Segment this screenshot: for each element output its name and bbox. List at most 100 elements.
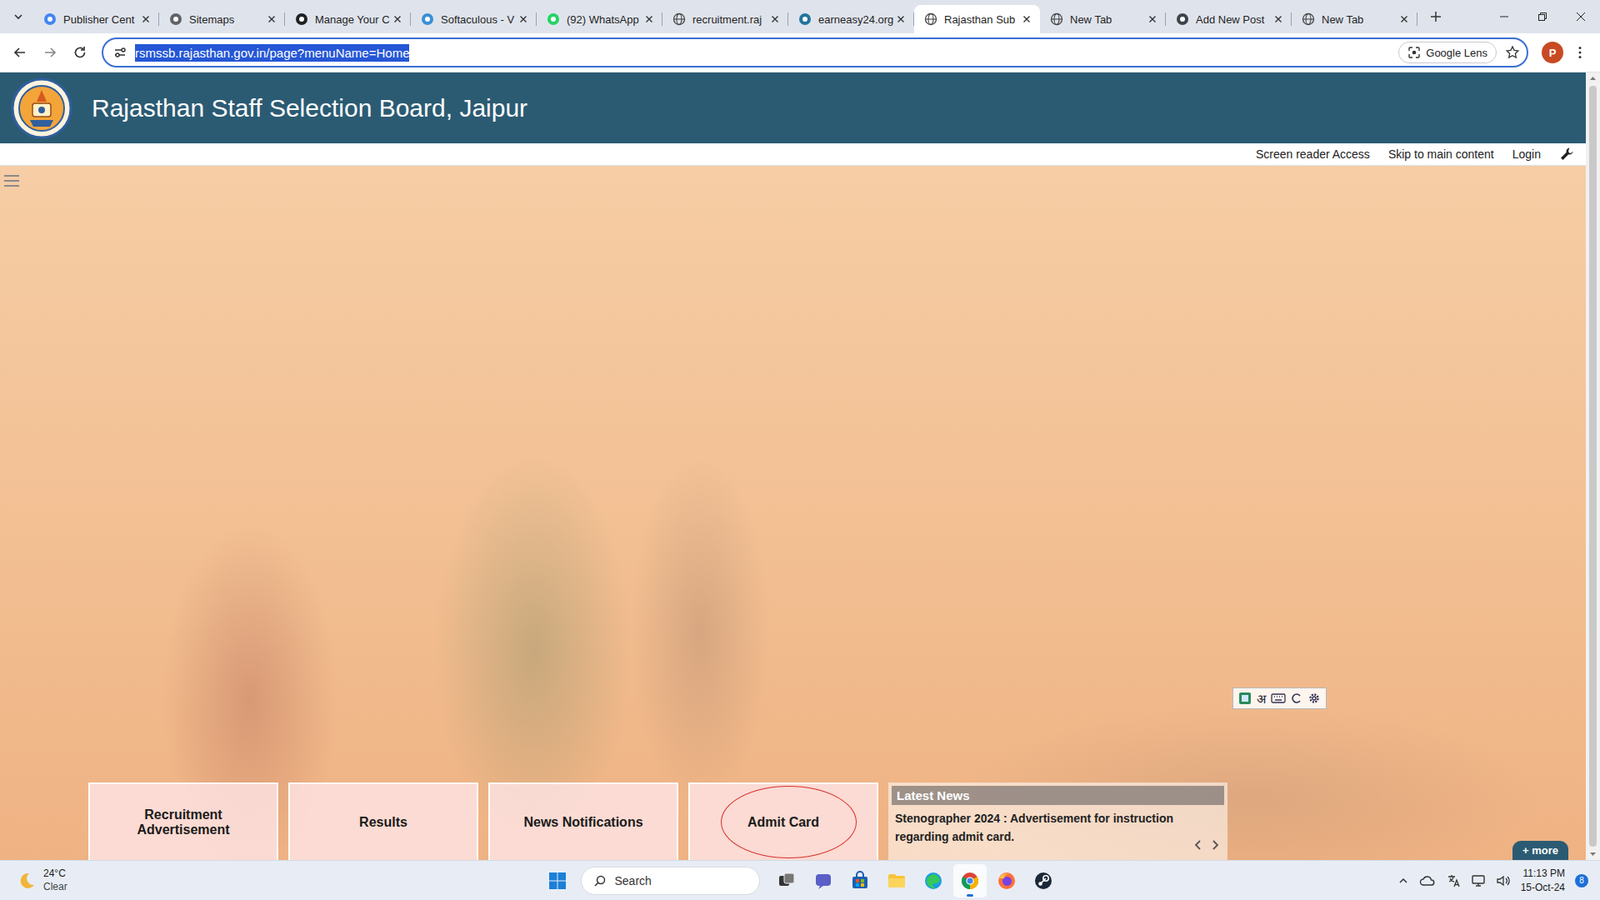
- quick-link-tile[interactable]: Recruitment Advertisement: [88, 782, 279, 860]
- new-tab-button[interactable]: [1422, 3, 1450, 30]
- browser-tab[interactable]: (92) WhatsApp: [536, 5, 663, 34]
- browser-tab[interactable]: Manage Your C: [285, 5, 411, 34]
- utility-link[interactable]: Login: [1512, 147, 1541, 161]
- close-window-button[interactable]: [1561, 0, 1600, 34]
- desktop-screen: Publisher CentSitemaps Manage Your C Softa…: [0, 0, 1600, 900]
- language-icon[interactable]: [1445, 873, 1461, 889]
- browser-tab[interactable]: recruitment.raj: [662, 5, 789, 34]
- google-lens-button[interactable]: Google Lens: [1398, 41, 1497, 64]
- chevron-up-icon[interactable]: [1397, 875, 1410, 887]
- scrollbar[interactable]: [1585, 72, 1600, 860]
- taskbar-app[interactable]: [770, 864, 804, 898]
- profile-avatar[interactable]: P: [1541, 41, 1564, 64]
- omnibox[interactable]: rsmssb.rajasthan.gov.in/page?menuName=Ho…: [101, 37, 1529, 68]
- chevron-down-icon: [12, 10, 25, 23]
- chevron-right-icon[interactable]: [1209, 838, 1221, 852]
- browser-tab[interactable]: New Tab: [1040, 5, 1166, 34]
- tab-label: New Tab: [1321, 13, 1393, 26]
- side-menu-button[interactable]: [3, 174, 20, 191]
- close-icon[interactable]: [518, 14, 529, 25]
- search-icon: [593, 874, 607, 888]
- browser-tab[interactable]: Sitemaps: [159, 5, 285, 34]
- tab-search-button[interactable]: [6, 3, 30, 30]
- close-icon[interactable]: [1147, 14, 1158, 25]
- back-button[interactable]: [6, 39, 34, 66]
- emblem-logo-icon[interactable]: [10, 76, 74, 140]
- keyboard-icon[interactable]: [1270, 692, 1286, 705]
- taskbar-app[interactable]: [1026, 864, 1060, 898]
- news-item[interactable]: Stenographer 2024 : Advertisement for in…: [895, 810, 1186, 846]
- utility-link[interactable]: Skip to main content: [1388, 147, 1495, 161]
- back-arrow-icon: [12, 45, 28, 60]
- latest-news-panel: Latest NewsStenographer 2024 : Advertise…: [888, 782, 1228, 860]
- taskbar-app[interactable]: [990, 864, 1024, 898]
- clock-time: 11:13 PM: [1523, 866, 1565, 880]
- minimize-button[interactable]: [1485, 0, 1524, 34]
- store-icon: [850, 870, 870, 891]
- forward-button[interactable]: [36, 39, 64, 66]
- restore-button[interactable]: [1523, 0, 1562, 34]
- notification-badge[interactable]: 8: [1575, 874, 1589, 888]
- folder-icon: [886, 870, 907, 891]
- url-text: rsmssb.rajasthan.gov.in/page?menuName=Ho…: [135, 44, 410, 62]
- cloud-icon[interactable]: [1419, 874, 1436, 888]
- wrench-icon[interactable]: [1559, 146, 1575, 162]
- browser-tab[interactable]: Softaculous - V: [410, 5, 537, 34]
- search-placeholder: Search: [615, 874, 652, 888]
- close-icon[interactable]: [770, 14, 780, 25]
- taskbar-app[interactable]: [953, 864, 987, 898]
- url-field[interactable]: rsmssb.rajasthan.gov.in/page?menuName=Ho…: [135, 45, 1390, 60]
- utility-link[interactable]: Screen reader Access: [1255, 147, 1370, 161]
- gear-icon[interactable]: [1307, 691, 1321, 705]
- reload-button[interactable]: [66, 39, 94, 66]
- clock[interactable]: 11:13 PM15-Oct-24: [1520, 866, 1565, 894]
- chevron-left-icon[interactable]: [1192, 838, 1205, 852]
- weather-widget[interactable]: 24°CClear: [16, 867, 68, 894]
- close-icon[interactable]: [140, 14, 151, 25]
- close-icon[interactable]: [1021, 14, 1032, 25]
- taskbar-app[interactable]: [806, 864, 840, 898]
- scroll-down-icon[interactable]: [1585, 848, 1600, 860]
- browser-tab[interactable]: Publisher Cent: [33, 5, 160, 34]
- scroll-up-icon[interactable]: [1585, 72, 1600, 85]
- close-icon[interactable]: [1273, 14, 1284, 25]
- restore-icon: [1537, 11, 1548, 22]
- browser-tab[interactable]: Rajasthan Sub: [914, 5, 1040, 34]
- taskbar-app[interactable]: [843, 864, 877, 898]
- scroll-thumb[interactable]: [1589, 85, 1597, 847]
- tab-label: Manage Your C: [315, 13, 386, 26]
- taskbar-app[interactable]: [916, 864, 950, 898]
- browser-tab[interactable]: New Tab: [1291, 5, 1418, 34]
- news-pager: [1192, 838, 1221, 855]
- input-tool-icon[interactable]: [1238, 691, 1252, 705]
- globe-icon: [924, 12, 938, 26]
- display-icon[interactable]: [1470, 873, 1486, 889]
- more-news-button[interactable]: + more: [1512, 840, 1569, 860]
- taskbar-search[interactable]: Search: [580, 866, 760, 895]
- star-icon[interactable]: [1505, 45, 1520, 60]
- quick-link-tile[interactable]: News Notifications: [488, 782, 679, 860]
- close-icon[interactable]: [1399, 14, 1410, 25]
- site-favicon-icon: [295, 12, 309, 26]
- browser-menu-button[interactable]: [1566, 39, 1594, 66]
- site-settings-icon[interactable]: [113, 45, 127, 60]
- browser-tab[interactable]: earneasy24.org: [788, 5, 915, 34]
- close-icon[interactable]: [392, 14, 403, 25]
- site-favicon-icon: [798, 12, 812, 26]
- refresh-icon[interactable]: [1290, 692, 1303, 705]
- close-icon[interactable]: [266, 14, 277, 25]
- lens-icon: [1407, 45, 1421, 60]
- start-button[interactable]: [540, 864, 575, 898]
- quick-link-tile[interactable]: Results: [288, 782, 479, 860]
- quick-links-row: Recruitment AdvertisementResultsNews Not…: [0, 782, 1586, 860]
- page-viewport: Rajasthan Staff Selection Board, JaipurS…: [0, 72, 1600, 860]
- script-toggle[interactable]: अ: [1256, 690, 1266, 707]
- input-tool-widget: अ: [1232, 687, 1327, 710]
- taskbar-app[interactable]: [880, 864, 914, 898]
- close-icon[interactable]: [895, 14, 906, 25]
- close-icon[interactable]: [644, 14, 655, 25]
- forward-arrow-icon: [42, 45, 58, 60]
- speaker-icon[interactable]: [1495, 873, 1511, 889]
- quick-link-tile[interactable]: Admit Card: [688, 782, 879, 860]
- browser-tab[interactable]: Add New Post: [1165, 5, 1292, 34]
